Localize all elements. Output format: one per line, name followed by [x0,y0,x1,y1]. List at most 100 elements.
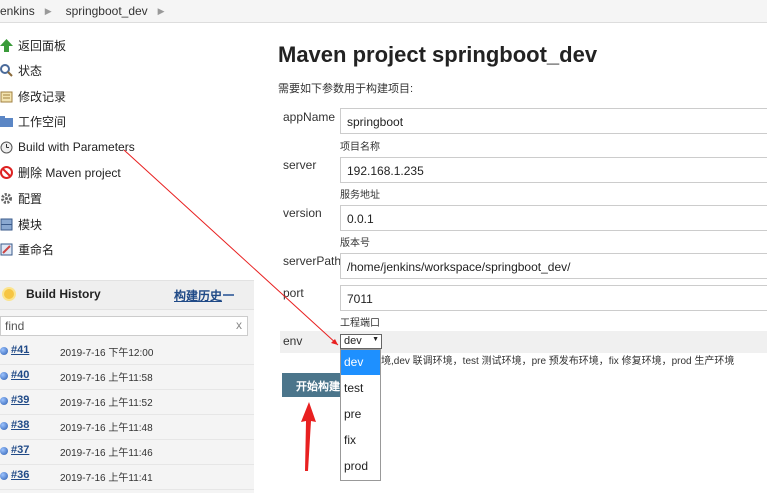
sidebar-item-workspace[interactable]: 工作空间 [0,111,66,131]
param-input-appname[interactable]: springboot [340,108,767,134]
blue-ball-icon [0,347,8,355]
param-desc: 版本号 [340,238,370,249]
param-name: serverPath [283,254,342,268]
clock-icon [0,141,13,154]
param-name: server [283,158,317,172]
clear-icon[interactable]: x [236,318,242,332]
build-number-link[interactable]: #39 [11,394,29,406]
param-desc: 项目名称 [340,142,380,153]
build-row[interactable]: #38 2019-7-16 上午11:48 [0,415,254,440]
sidebar-item-delete-project[interactable]: 删除 Maven project [0,162,121,182]
env-option[interactable]: pre [341,402,380,427]
chevron-down-icon: ▼ [372,336,379,343]
parameters-intro: 需要如下参数用于构建项目: [278,83,414,95]
build-number-link[interactable]: #41 [11,344,29,356]
blue-ball-icon [0,472,8,480]
magnifier-icon [0,63,13,77]
sidebar-item-label: 重命名 [18,242,55,257]
param-name: version [283,206,322,220]
build-date: 2019-7-16 上午11:41 [60,473,153,484]
build-trend-link[interactable]: 构建历史 [174,287,222,304]
param-value: /home/jenkins/workspace/springboot_dev/ [347,260,571,274]
build-number-link[interactable]: #40 [11,369,29,381]
blue-ball-icon [0,422,8,430]
sidebar-item-build-with-parameters[interactable]: Build with Parameters [0,137,135,157]
chevron-right-icon: ▶ [44,5,52,16]
sidebar-item-label: 删除 Maven project [18,165,121,180]
env-desc: 境,dev 联调环境，test 测试环境，pre 预发布环境，fix 修复环境，… [381,356,735,367]
notepad-icon [0,90,13,103]
build-date: 2019-7-16 上午11:46 [60,448,153,459]
main-panel: Maven project springboot_dev 需要如下参数用于构建项… [270,22,767,493]
env-dropdown: dev test pre fix prod [340,349,381,481]
param-name: appName [283,110,336,124]
build-number-link[interactable]: #36 [11,469,29,481]
blue-ball-icon [0,447,8,455]
build-date: 2019-7-16 上午11:48 [60,423,153,434]
param-name: port [283,286,304,300]
sidebar-item-label: 状态 [18,63,43,78]
chevron-right-icon: ▶ [157,5,165,16]
sidebar-item-label: 模块 [18,217,43,232]
folder-icon [0,115,13,128]
env-option[interactable]: fix [341,428,380,453]
module-icon [0,218,13,231]
param-name: env [283,334,303,348]
param-value: 192.168.1.235 [347,164,424,178]
param-value: 0.0.1 [347,212,374,226]
build-search-placeholder: find [5,319,25,333]
blue-ball-icon [0,397,8,405]
param-value: springboot [347,115,404,129]
sun-icon [4,289,14,299]
sidebar-item-back-to-dashboard[interactable]: 返回面板 [0,35,66,55]
breadcrumb: Jenkins ▶ springboot_dev ▶ [0,0,767,23]
sidebar-item-label: 返回面板 [18,38,67,53]
build-row[interactable]: #36 2019-7-16 上午11:41 [0,465,254,490]
build-row[interactable]: #41 2019-7-16 下午12:00 [0,340,254,365]
sidebar: 返回面板 状态 修改记录 工作空间 Build with Parameters … [0,22,258,493]
sidebar-item-label: 修改记录 [18,89,67,104]
sidebar-item-configure[interactable]: 配置 [0,188,42,208]
build-date: 2019-7-16 上午11:52 [60,398,153,409]
sidebar-item-label: 配置 [18,191,43,206]
param-desc: 服务地址 [340,190,380,201]
no-entry-icon [0,165,13,179]
sidebar-item-rename[interactable]: 重命名 [0,239,54,259]
blue-ball-icon [0,372,8,380]
param-value: 7011 [347,292,373,306]
build-history-panel: Build History 构建历史 find x #41 2019-7-16 … [0,280,254,493]
param-input-server[interactable]: 192.168.1.235 [340,157,767,183]
param-input-port[interactable]: 7011 [340,285,767,311]
build-row[interactable]: #37 2019-7-16 上午11:46 [0,440,254,465]
gear-icon [0,192,13,205]
build-number-link[interactable]: #38 [11,419,29,431]
sidebar-item-label: Build with Parameters [18,140,135,154]
env-option[interactable]: prod [341,454,380,479]
breadcrumb-jenkins[interactable]: Jenkins [0,4,45,18]
build-row[interactable]: #40 2019-7-16 上午11:58 [0,365,254,390]
sidebar-item-changes[interactable]: 修改记录 [0,86,66,106]
page-title: Maven project springboot_dev [278,42,598,67]
param-input-serverpath[interactable]: /home/jenkins/workspace/springboot_dev/ [340,253,767,279]
rename-icon [0,243,13,256]
param-input-version[interactable]: 0.0.1 [340,205,767,231]
build-number-link[interactable]: #37 [11,444,29,456]
minus-icon[interactable] [223,294,234,296]
start-build-button[interactable]: 开始构建 [282,373,344,397]
sidebar-item-modules[interactable]: 模块 [0,214,42,234]
env-option[interactable]: dev [341,350,380,375]
build-history-header: Build History 构建历史 [0,280,254,310]
build-search-input[interactable]: find x [0,316,248,336]
breadcrumb-project[interactable]: springboot_dev [66,4,158,18]
build-date: 2019-7-16 下午12:00 [60,348,154,359]
build-date: 2019-7-16 上午11:58 [60,373,153,384]
build-row[interactable]: #39 2019-7-16 上午11:52 [0,390,254,415]
env-selected-value: dev [344,335,362,347]
sidebar-item-label: 工作空间 [18,114,67,129]
env-select[interactable]: dev ▼ [340,334,382,349]
param-desc: 工程端口 [340,318,380,329]
build-history-title: Build History [26,287,101,301]
up-arrow-icon [0,38,13,52]
env-option[interactable]: test [341,376,380,401]
sidebar-item-status[interactable]: 状态 [0,60,42,80]
